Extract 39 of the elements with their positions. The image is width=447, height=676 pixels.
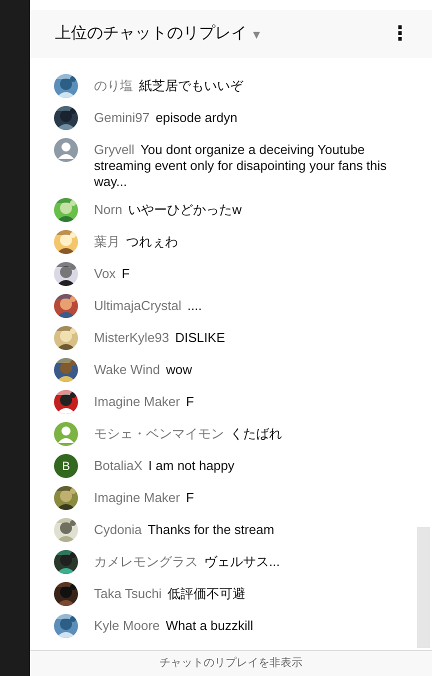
more-options-button[interactable]: ⋮	[386, 24, 414, 44]
author-name[interactable]: Wake Wind	[94, 362, 160, 377]
author-name[interactable]: UltimajaCrystal	[94, 298, 182, 313]
author-name[interactable]: モシェ・ベンマイモン	[94, 426, 224, 441]
caret-icon[interactable]: ▾	[253, 24, 260, 44]
author-name[interactable]: Imagine Maker	[94, 394, 180, 409]
message-text: wow	[166, 362, 192, 377]
message-text: Thanks for the stream	[148, 522, 274, 537]
author-name[interactable]: BotaliaX	[94, 458, 142, 473]
author-name[interactable]: Norn	[94, 202, 122, 217]
author-name[interactable]: カメレモングラス	[94, 554, 198, 569]
author-name[interactable]: Kyle Moore	[94, 618, 160, 633]
avatar-letter: B	[54, 454, 78, 478]
author-name[interactable]: MisterKyle93	[94, 330, 170, 345]
message-text: いやーひどかったw	[128, 202, 242, 217]
author-name[interactable]: Gemini97	[94, 110, 150, 125]
message-text: DISLIKE	[175, 330, 225, 345]
chat-message: Gryvell You dont organize a deceiving Youtube streaming event only for disapointing your fans this way...	[94, 141, 388, 190]
message-text: 紙芝居でもいいぞ	[139, 78, 243, 93]
author-name[interactable]: 葉月	[94, 234, 120, 249]
author-name[interactable]: のり塩	[94, 78, 133, 93]
scrollbar-thumb[interactable]	[417, 527, 430, 648]
message-text: I am not happy	[148, 458, 234, 473]
author-name[interactable]: Taka Tsuchi	[94, 586, 162, 601]
message-text: F	[186, 490, 194, 505]
message-text: ....	[187, 298, 202, 313]
hide-chat-replay-button[interactable]: チャットのリプレイを非表示	[160, 655, 302, 672]
message-text: つれぇわ	[126, 234, 178, 249]
message-text: 低評価不可避	[168, 586, 246, 601]
message-text: ヴェルサス...	[204, 554, 280, 569]
message-text: くたばれ	[230, 426, 282, 441]
author-name[interactable]: Vox	[94, 266, 116, 281]
author-name[interactable]: Imagine Maker	[94, 490, 180, 505]
message-text: What a buzzkill	[166, 618, 254, 633]
message-text: episode ardyn	[156, 110, 238, 125]
chat-mode-title[interactable]: 上位のチャットのリプレイ	[55, 22, 247, 46]
message-text: F	[122, 266, 130, 281]
message-text: F	[186, 394, 194, 409]
author-name[interactable]: Cydonia	[94, 522, 142, 537]
